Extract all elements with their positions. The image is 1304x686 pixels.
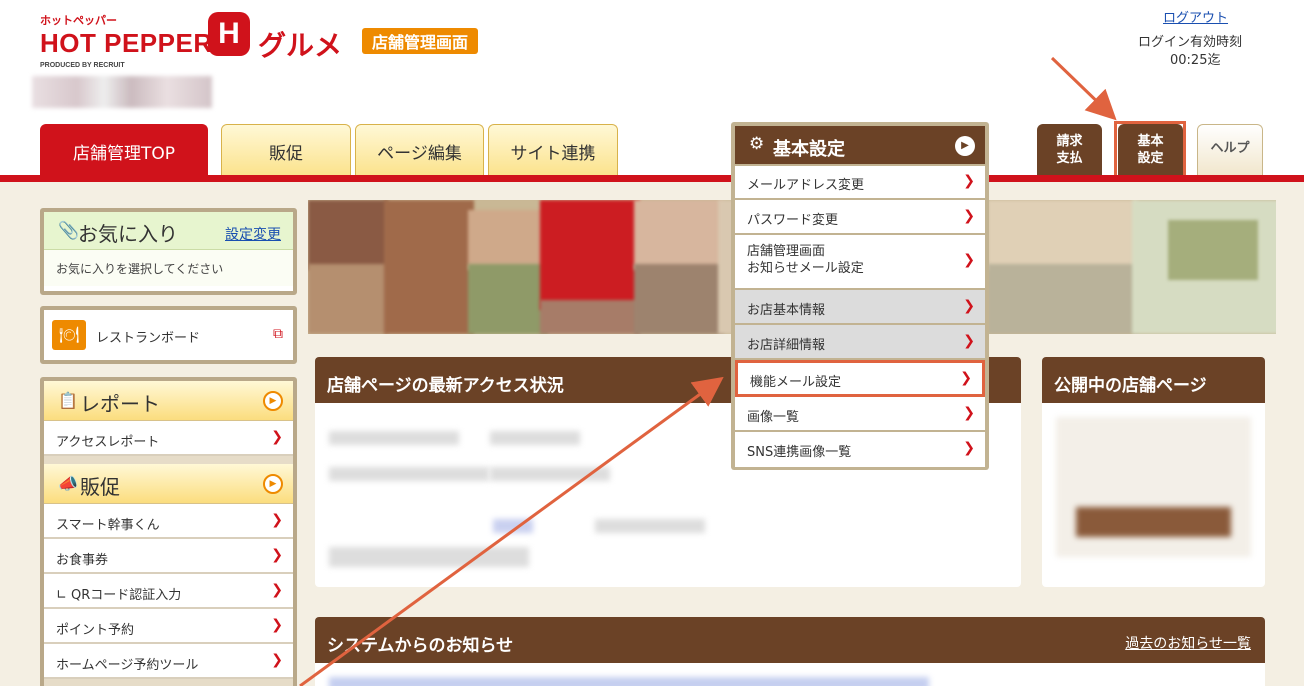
external-link-icon: ⧉ bbox=[273, 326, 283, 342]
restaurant-board-label: レストランボード bbox=[96, 331, 201, 346]
clipboard-icon: 📋 bbox=[58, 391, 78, 410]
dd-label: お店基本情報 bbox=[747, 303, 826, 318]
dd-label: 店舗管理画面 お知らせメール設定 bbox=[747, 244, 864, 276]
dd-label: メールアドレス変更 bbox=[747, 178, 865, 193]
favorites-change-link[interactable]: 設定変更 bbox=[225, 224, 281, 244]
chevron-right-icon: ❯ bbox=[963, 252, 975, 268]
report-title: レポート bbox=[80, 392, 160, 416]
help-tab[interactable]: ヘルプ bbox=[1197, 124, 1263, 176]
menu-point-reservation[interactable]: ポイント予約 ❯ bbox=[44, 609, 293, 644]
chevron-right-icon: ❯ bbox=[963, 173, 975, 189]
favorites-header: 📎 お気に入り 設定変更 bbox=[44, 212, 293, 250]
menu-qr-auth[interactable]: ∟ QRコード認証入力 ❯ bbox=[44, 574, 293, 609]
logo-main-text: HOT PEPPER bbox=[40, 28, 213, 58]
chevron-right-icon: ❯ bbox=[271, 429, 283, 445]
menu-label: ホームページ予約ツール bbox=[56, 658, 199, 673]
chevron-right-icon: ❯ bbox=[963, 405, 975, 421]
dd-password-change[interactable]: パスワード変更 ❯ bbox=[735, 200, 985, 235]
chevron-right-icon: ❯ bbox=[960, 370, 972, 386]
gear-icon: ⚙ bbox=[749, 134, 765, 154]
billing-tab[interactable]: 請求 支払 bbox=[1037, 124, 1102, 176]
past-notices-link[interactable]: 過去のお知らせ一覧 bbox=[1125, 633, 1251, 653]
favorites-title: お気に入り bbox=[78, 222, 178, 246]
restaurant-board-button[interactable]: 🍽 レストランボード ⧉ bbox=[44, 310, 293, 362]
tab-page-edit[interactable]: ページ編集 bbox=[355, 124, 484, 177]
menu-homepage-reservation[interactable]: ホームページ予約ツール ❯ bbox=[44, 644, 293, 679]
system-notice-card: システムからのお知らせ 過去のお知らせ一覧 bbox=[315, 617, 1265, 686]
favorites-panel: 📎 お気に入り 設定変更 お気に入りを選択してください bbox=[40, 208, 297, 295]
tab-promotion[interactable]: 販促 bbox=[221, 124, 351, 177]
menu-label: スマート幹事くん bbox=[56, 518, 160, 533]
dd-notice-mail-setting[interactable]: 店舗管理画面 お知らせメール設定 ❯ bbox=[735, 235, 985, 290]
play-icon: ▶ bbox=[955, 136, 975, 156]
dd-label: SNS連携画像一覧 bbox=[747, 445, 852, 460]
menu-meal-ticket[interactable]: お食事券 ❯ bbox=[44, 539, 293, 574]
logo-h-icon: H bbox=[208, 12, 250, 56]
settings-highlight bbox=[1114, 121, 1186, 179]
report-header[interactable]: 📋 レポート ▶ bbox=[44, 381, 293, 421]
login-time-label: ログイン有効時刻 bbox=[1138, 35, 1243, 50]
paperclip-icon: 📎 bbox=[58, 221, 80, 241]
dd-label: お店詳細情報 bbox=[747, 338, 826, 353]
menu-label: お食事券 bbox=[56, 553, 109, 568]
chevron-right-icon: ❯ bbox=[963, 333, 975, 349]
chevron-right-icon: ❯ bbox=[963, 298, 975, 314]
dd-label: パスワード変更 bbox=[747, 213, 839, 228]
dd-image-list[interactable]: 画像一覧 ❯ bbox=[735, 397, 985, 432]
dd-basic-info[interactable]: お店基本情報 ❯ bbox=[735, 290, 985, 325]
restaurant-board-icon: 🍽 bbox=[52, 320, 86, 350]
chevron-right-icon: ❯ bbox=[963, 208, 975, 224]
basic-settings-dropdown: ⚙ 基本設定 ▶ メールアドレス変更 ❯ パスワード変更 ❯ 店舗管理画面 お知… bbox=[731, 122, 989, 470]
dd-detail-info[interactable]: お店詳細情報 ❯ bbox=[735, 325, 985, 360]
dd-sns-image-list[interactable]: SNS連携画像一覧 ❯ bbox=[735, 432, 985, 467]
dd-function-mail-setting[interactable]: 機能メール設定 ❯ bbox=[735, 360, 985, 397]
menu-label: ∟ QRコード認証入力 bbox=[56, 588, 182, 603]
menu-smart-kanji[interactable]: スマート幹事くん ❯ bbox=[44, 504, 293, 539]
public-store-page-card: 公開中の店舗ページ bbox=[1042, 357, 1265, 587]
dd-label: 画像一覧 bbox=[747, 410, 800, 425]
tab-site-link[interactable]: サイト連携 bbox=[488, 124, 618, 177]
admin-badge: 店舗管理画面 bbox=[362, 28, 479, 54]
shop-name-blurred bbox=[32, 76, 212, 108]
logo-produced-text: PRODUCED BY RECRUIT bbox=[40, 62, 125, 69]
menu-label: アクセスレポート bbox=[56, 435, 160, 450]
play-icon: ▶ bbox=[263, 474, 283, 494]
logo-small-text: ホットペッパー bbox=[40, 15, 117, 27]
login-time-value: 00:25迄 bbox=[1170, 53, 1221, 68]
dropdown-title: 基本設定 bbox=[773, 139, 845, 160]
dropdown-header[interactable]: ⚙ 基本設定 ▶ bbox=[735, 126, 985, 164]
menu-panel: 📋 レポート ▶ アクセスレポート ❯ 📣 販促 ▶ スマート幹事くん ❯ お食… bbox=[40, 377, 297, 686]
logo-gourmet-text: グルメ bbox=[258, 29, 343, 62]
system-notice-title: システムからのお知らせ bbox=[315, 617, 1265, 663]
menu-access-report[interactable]: アクセスレポート ❯ bbox=[44, 421, 293, 456]
dd-label: 機能メール設定 bbox=[750, 375, 842, 390]
promo-header[interactable]: 📣 販促 ▶ bbox=[44, 464, 293, 504]
megaphone-icon: 📣 bbox=[58, 474, 78, 493]
restaurant-board-panel: 🍽 レストランボード ⧉ bbox=[40, 306, 297, 364]
divider bbox=[44, 456, 293, 464]
menu-label: ポイント予約 bbox=[56, 623, 135, 638]
play-icon: ▶ bbox=[263, 391, 283, 411]
chevron-right-icon: ❯ bbox=[271, 547, 283, 563]
tab-store-top[interactable]: 店舗管理TOP bbox=[40, 124, 208, 177]
chevron-right-icon: ❯ bbox=[271, 582, 283, 598]
public-store-page-title: 公開中の店舗ページ bbox=[1042, 357, 1265, 403]
promo-title: 販促 bbox=[80, 475, 120, 499]
chevron-right-icon: ❯ bbox=[271, 617, 283, 633]
chevron-right-icon: ❯ bbox=[271, 652, 283, 668]
chevron-right-icon: ❯ bbox=[271, 512, 283, 528]
favorites-placeholder: お気に入りを選択してください bbox=[44, 250, 293, 286]
dd-email-change[interactable]: メールアドレス変更 ❯ bbox=[735, 166, 985, 200]
chevron-right-icon: ❯ bbox=[963, 440, 975, 456]
logout-link[interactable]: ログアウト bbox=[1163, 7, 1228, 26]
nav-divider bbox=[0, 175, 1304, 182]
